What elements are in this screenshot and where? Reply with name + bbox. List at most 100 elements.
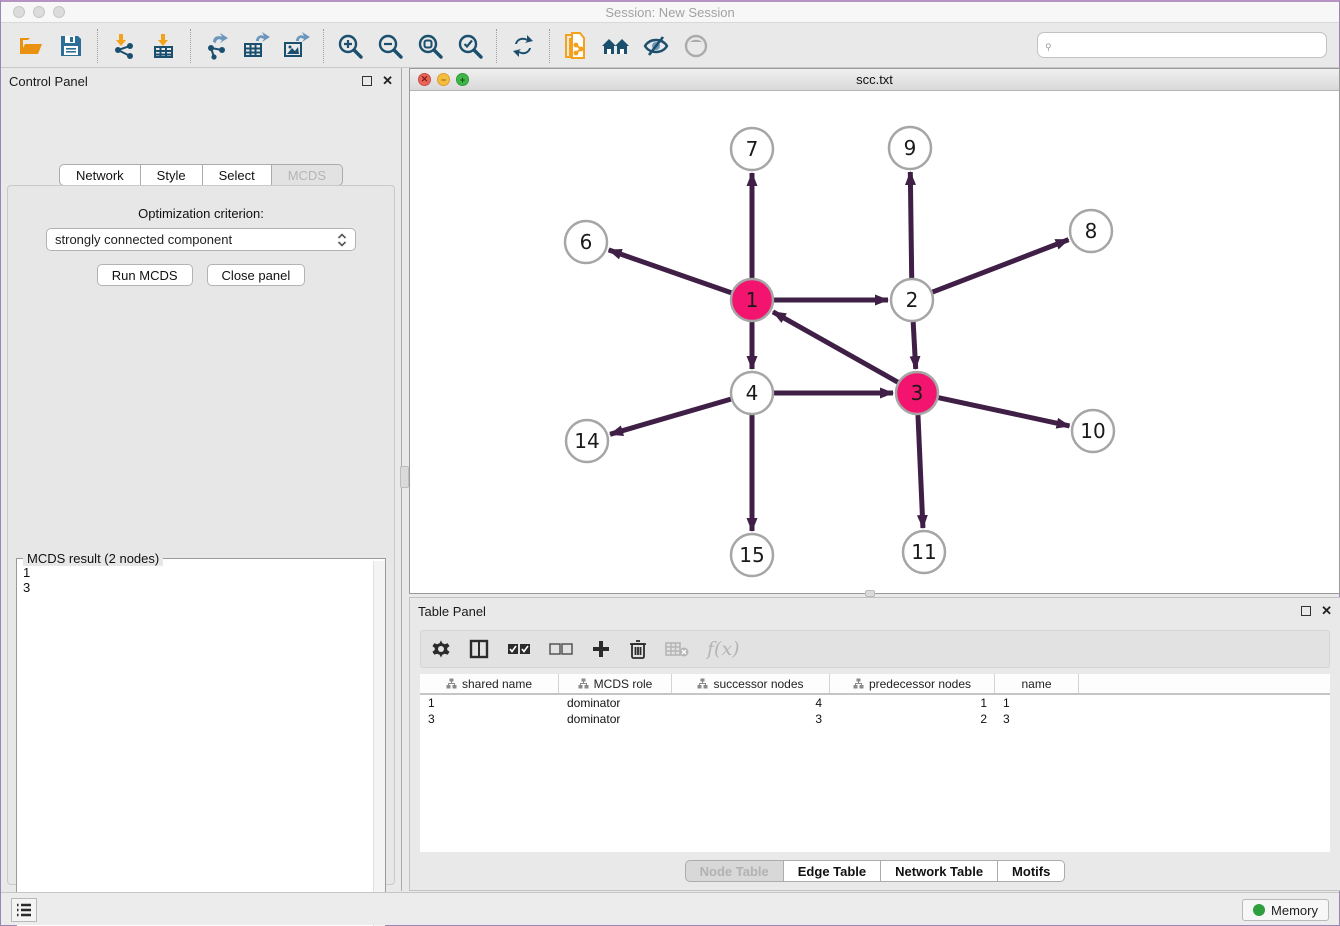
float-panel-icon[interactable] [362,76,372,86]
column-header-name[interactable]: name [995,674,1079,693]
delete-row-button[interactable] [629,636,647,662]
select-all-button[interactable] [507,636,531,662]
column-header-predecessor-nodes[interactable]: predecessor nodes [830,674,995,693]
vertical-splitter-handle[interactable] [400,466,409,488]
columns-icon [469,639,489,659]
tab-node-table[interactable]: Node Table [685,860,784,882]
mcds-result-list[interactable]: 1 3 [17,561,372,926]
table-cell[interactable]: 1 [830,696,995,710]
clone-network-button[interactable] [559,29,593,63]
network-canvas[interactable]: 1234678910111415 [410,91,1339,593]
table-cell[interactable]: 1 [995,696,1079,710]
graph-edge-3-1[interactable] [773,312,898,382]
import-network-button[interactable] [107,29,141,63]
plus-icon [591,639,611,659]
graph-edge-4-14[interactable] [610,399,731,434]
column-label: shared name [462,677,532,691]
mcds-result-scrollbar[interactable] [373,561,385,926]
toolbar-separator [97,29,98,63]
unselect-all-button[interactable] [549,636,573,662]
import-table-button[interactable] [147,29,181,63]
column-header-shared-name[interactable]: shared name [420,674,559,693]
tab-mcds[interactable]: MCDS [272,164,343,186]
graph-node-label-3: 3 [911,381,924,405]
table-cell[interactable]: dominator [559,712,672,726]
graph-node-label-11: 11 [911,540,936,564]
control-panel-title: Control Panel [9,74,362,89]
mcds-result-box: MCDS result (2 nodes) 1 3 [16,558,386,926]
graph-edge-2-3[interactable] [913,322,916,369]
graph-edge-3-11[interactable] [918,415,923,528]
add-row-button[interactable] [591,636,611,662]
node-table: shared name MCDS rolesuccessor nodesprede… [420,674,1330,852]
float-table-panel-icon[interactable] [1301,606,1311,616]
apply-layout-button[interactable] [506,29,540,63]
column-header-successor-nodes[interactable]: successor nodes [672,674,830,693]
table-cell[interactable]: 3 [672,712,830,726]
table-row[interactable]: 3dominator323 [420,711,1330,727]
export-table-button[interactable] [240,29,274,63]
table-cell[interactable]: 4 [672,696,830,710]
tab-select[interactable]: Select [203,164,272,186]
zoom-fit-button[interactable] [413,29,447,63]
delete-table-button[interactable] [665,636,689,662]
graph-edge-2-8[interactable] [933,240,1069,292]
tab-style[interactable]: Style [141,164,203,186]
table-row[interactable]: 1dominator411 [420,695,1330,711]
run-mcds-button[interactable]: Run MCDS [97,264,193,286]
close-panel-icon[interactable]: ✕ [382,76,393,86]
table-panel-title: Table Panel [418,604,1301,619]
graph-node-label-14: 14 [574,429,599,453]
first-neighbors-button[interactable] [599,29,633,63]
graph-edge-3-10[interactable] [939,398,1070,426]
column-settings-button[interactable] [431,636,451,662]
export-image-button[interactable] [280,29,314,63]
save-session-button[interactable] [54,29,88,63]
export-network-button[interactable] [200,29,234,63]
show-all-button[interactable] [679,29,713,63]
tab-motifs[interactable]: Motifs [998,860,1065,882]
hide-selected-button[interactable] [639,29,673,63]
network-window-titlebar[interactable]: ✕ − + scc.txt [410,69,1339,91]
function-builder-button[interactable]: f(x) [707,636,740,662]
tab-edge-table[interactable]: Edge Table [784,860,881,882]
zoom-fit-icon [416,32,444,60]
graph-edge-1-6[interactable] [609,250,732,293]
graph-edge-2-9[interactable] [910,172,911,278]
tab-network-table[interactable]: Network Table [881,860,998,882]
table-cell[interactable]: 2 [830,712,995,726]
toolbar-search: ⌕ [1037,32,1327,58]
tab-network[interactable]: Network [59,164,141,186]
list-icon [16,903,32,917]
table-cell[interactable]: 3 [995,712,1079,726]
node-table-body: 1dominator4113dominator323 [420,695,1330,727]
memory-button[interactable]: Memory [1242,899,1329,921]
column-layout-button[interactable] [469,636,489,662]
main-toolbar: ⌕ [1,24,1339,68]
status-bar: Memory [1,892,1339,925]
task-history-button[interactable] [11,898,37,922]
export-image-icon [282,32,312,60]
control-panel: Control Panel ✕ Network Style Select MCD… [1,68,402,891]
close-panel-button[interactable]: Close panel [207,264,306,286]
app-title: Session: New Session [1,5,1339,20]
table-cell[interactable]: 1 [420,696,559,710]
search-input[interactable] [1056,35,1326,55]
table-cell[interactable]: 3 [420,712,559,726]
zoom-selected-icon [456,32,484,60]
select-chevrons-icon [337,233,347,247]
optimization-criterion-select[interactable]: strongly connected component [46,228,356,251]
column-header-MCDS-role[interactable]: MCDS role [559,674,672,693]
table-toolbar: f(x) [420,630,1330,668]
horizontal-splitter-handle[interactable] [865,590,875,597]
optimization-criterion-label: Optimization criterion: [8,206,394,221]
graph-node-label-2: 2 [906,288,919,312]
zoom-selected-button[interactable] [453,29,487,63]
graph-node-label-4: 4 [746,381,759,405]
network-graph[interactable]: 1234678910111415 [410,91,1339,593]
zoom-in-button[interactable] [333,29,367,63]
close-table-panel-icon[interactable]: ✕ [1321,606,1332,616]
open-session-button[interactable] [14,29,48,63]
zoom-out-button[interactable] [373,29,407,63]
table-cell[interactable]: dominator [559,696,672,710]
